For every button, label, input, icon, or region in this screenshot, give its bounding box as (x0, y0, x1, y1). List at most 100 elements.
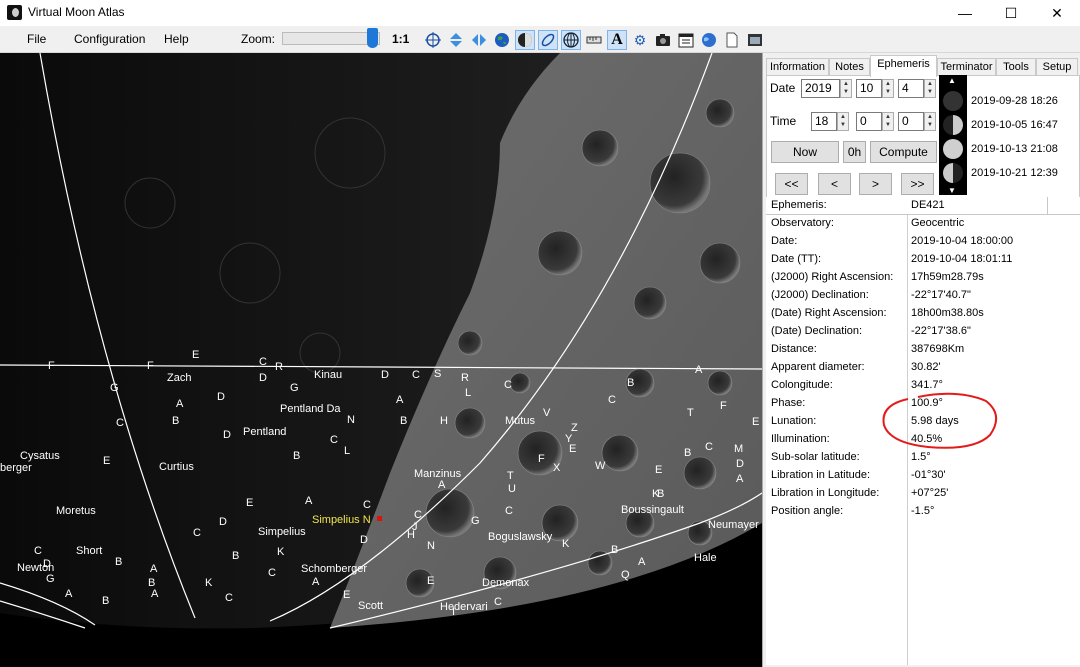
map-label[interactable]: S (434, 368, 441, 380)
map-label[interactable]: B (293, 450, 300, 462)
map-label[interactable]: Pentland Da (280, 403, 341, 415)
map-label[interactable]: E (192, 349, 199, 361)
map-label[interactable]: Cysatus (20, 450, 60, 462)
camera-icon[interactable] (653, 30, 673, 50)
prev-button[interactable]: < (818, 173, 851, 195)
hour-input[interactable]: 18 (811, 112, 837, 131)
zoom-slider[interactable] (282, 32, 380, 45)
map-label[interactable]: E (427, 575, 434, 587)
map-label[interactable]: A (695, 364, 702, 376)
calendar-icon[interactable] (676, 30, 696, 50)
tab-ephemeris[interactable]: Ephemeris (870, 55, 937, 77)
map-label[interactable]: L (344, 445, 350, 457)
map-label[interactable]: G (290, 382, 299, 394)
map-label[interactable]: R (461, 372, 469, 384)
orbit-icon[interactable] (538, 30, 558, 50)
map-label[interactable]: C (259, 356, 267, 368)
map-label[interactable]: G (110, 382, 119, 394)
map-label[interactable]: Short (76, 545, 102, 557)
map-label[interactable]: B (102, 595, 109, 607)
map-label[interactable]: F (147, 360, 154, 372)
map-label[interactable]: Neumayer (708, 519, 759, 531)
map-label[interactable]: Demonax (482, 577, 529, 589)
map-label[interactable]: L (465, 387, 471, 399)
now-button[interactable]: Now (771, 141, 839, 163)
first-quarter-icon[interactable] (943, 115, 963, 135)
month-stepper[interactable]: ▲ ▼ (882, 79, 894, 98)
map-label[interactable]: C (504, 379, 512, 391)
map-label[interactable]: B (627, 377, 634, 389)
compute-button[interactable]: Compute (870, 141, 937, 163)
menu-help[interactable]: Help (164, 32, 189, 46)
map-label[interactable]: B (684, 447, 691, 459)
map-label[interactable]: D (381, 369, 389, 381)
map-label[interactable]: A (151, 588, 158, 600)
map-label[interactable]: Boguslawsky (488, 531, 552, 543)
map-label[interactable]: Zach (167, 372, 191, 384)
map-label[interactable]: A (312, 576, 319, 588)
year-input[interactable]: 2019 (801, 79, 840, 98)
map-label[interactable]: B (400, 415, 407, 427)
map-label[interactable]: M (734, 443, 743, 455)
month-input[interactable]: 10 (856, 79, 882, 98)
map-label[interactable]: E (246, 497, 253, 509)
map-label[interactable]: B (611, 544, 618, 556)
day-input[interactable]: 4 (898, 79, 924, 98)
menu-file[interactable]: File (27, 32, 46, 46)
map-label[interactable]: G (471, 515, 480, 527)
phase-up-arrow-icon[interactable]: ▲ (948, 76, 956, 85)
minimize-button[interactable]: — (942, 0, 988, 26)
minute-stepper[interactable]: ▲ ▼ (882, 112, 894, 131)
last-quarter-icon[interactable] (943, 163, 963, 183)
map-label[interactable]: Pentland (243, 426, 286, 438)
map-label[interactable]: A (396, 394, 403, 406)
map-label[interactable]: D (217, 391, 225, 403)
map-label[interactable]: B (657, 488, 664, 500)
next-button[interactable]: > (859, 173, 892, 195)
map-label[interactable]: E (103, 455, 110, 467)
moon-map[interactable]: E F F C R Zach D Kinau D C S R G G D A L… (0, 53, 762, 667)
map-label[interactable]: C (412, 369, 420, 381)
map-label[interactable]: D (736, 458, 744, 470)
map-label[interactable]: K (277, 546, 284, 558)
map-label[interactable]: I (452, 606, 455, 618)
header-divider[interactable] (1047, 197, 1048, 215)
window-icon[interactable] (745, 30, 765, 50)
map-label[interactable]: U (508, 483, 516, 495)
second-stepper[interactable]: ▲ ▼ (924, 112, 936, 131)
map-label[interactable]: K (205, 577, 212, 589)
map-label[interactable]: C (330, 434, 338, 446)
map-label[interactable]: R (275, 361, 283, 373)
map-label[interactable]: W (595, 460, 605, 472)
map-label[interactable]: C (363, 499, 371, 511)
map-label[interactable]: Scott (358, 600, 383, 612)
map-label[interactable]: N (427, 540, 435, 552)
map-label[interactable]: C (193, 527, 201, 539)
second-input[interactable]: 0 (898, 112, 924, 131)
map-label[interactable]: T (687, 407, 694, 419)
map-label[interactable]: F (538, 453, 545, 465)
map-label[interactable]: C (494, 596, 502, 608)
earth-icon[interactable] (492, 30, 512, 50)
map-label[interactable]: A (176, 398, 183, 410)
new-moon-icon[interactable] (943, 91, 963, 111)
moon-phase-icon[interactable] (515, 30, 535, 50)
map-label[interactable]: Simpelius (258, 526, 306, 538)
map-label[interactable]: D (219, 516, 227, 528)
text-icon[interactable]: A (607, 30, 627, 50)
map-label-selected[interactable]: Simpelius N (312, 514, 371, 526)
globe-icon[interactable] (699, 30, 719, 50)
flip-horizontal-icon[interactable] (469, 30, 489, 50)
map-label[interactable]: E (655, 464, 662, 476)
target-icon[interactable] (423, 30, 443, 50)
zoom-slider-thumb[interactable] (367, 28, 378, 48)
last-button[interactable]: >> (901, 173, 934, 195)
flip-vertical-icon[interactable] (446, 30, 466, 50)
map-label[interactable]: Hale (694, 552, 717, 564)
map-label[interactable]: Curtius (159, 461, 194, 473)
zero-hour-button[interactable]: 0h (843, 141, 866, 163)
document-icon[interactable] (722, 30, 742, 50)
map-label[interactable]: E (752, 416, 759, 428)
map-label[interactable]: D (43, 558, 51, 570)
map-label[interactable]: C (268, 567, 276, 579)
